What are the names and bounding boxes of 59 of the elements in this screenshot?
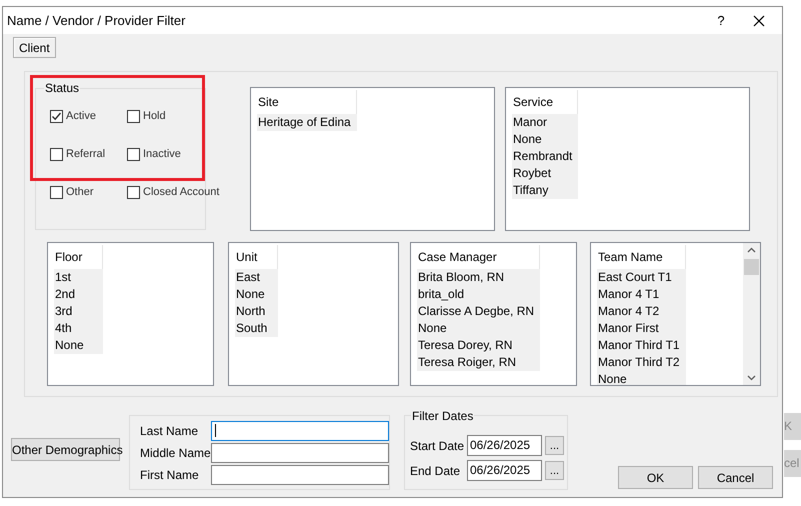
list-item[interactable]: Teresa Roiger, RN	[417, 354, 540, 371]
text-field[interactable]	[211, 420, 389, 440]
list-item[interactable]: 1st	[54, 269, 104, 286]
check-icon	[51, 111, 62, 122]
list-item[interactable]: None	[235, 286, 278, 303]
list-item[interactable]: Clarisse A Degbe, RN	[417, 303, 540, 320]
checkbox[interactable]: Referral	[50, 148, 127, 161]
list-item[interactable]: None	[54, 337, 104, 354]
date-picker-button[interactable]: ...	[545, 461, 564, 480]
date-field[interactable]: 06/26/2025	[467, 460, 542, 481]
field-label: First Name	[140, 466, 200, 484]
list-item[interactable]: East Court T1	[597, 269, 686, 286]
group-label: Status	[44, 82, 80, 94]
list-item[interactable]: Teresa Dorey, RN	[417, 337, 540, 354]
checkbox[interactable]: Hold	[127, 110, 220, 123]
list-item[interactable]: Brita Bloom, RN	[417, 269, 540, 286]
field-label: Middle Name	[140, 444, 212, 462]
tab[interactable]: Client	[13, 37, 56, 58]
list-item[interactable]: Roybet	[512, 165, 578, 182]
list-item[interactable]: Manor 4 T2	[597, 303, 686, 320]
window-title: Name / Vendor / Provider Filter	[7, 12, 186, 30]
list-item[interactable]: 4th	[54, 320, 104, 337]
field-label: Start Date	[410, 438, 466, 454]
other-demographics-button[interactable]: Other Demographics	[11, 438, 120, 461]
list-item[interactable]: Tiffany	[512, 182, 578, 199]
text-field[interactable]	[211, 442, 389, 462]
checkbox[interactable]: Other	[50, 186, 127, 199]
checkbox[interactable]: Closed Account	[127, 186, 220, 199]
checkbox[interactable]: Active	[50, 110, 127, 123]
text-field[interactable]	[211, 464, 389, 484]
scroll-thumb[interactable]	[744, 259, 759, 275]
list-item[interactable]: None	[512, 131, 578, 148]
close-icon	[753, 14, 765, 26]
scroll-down-icon[interactable]	[747, 375, 756, 381]
list-item[interactable]: North	[235, 303, 278, 320]
list-item[interactable]: East	[235, 269, 278, 286]
dialog-button[interactable]: OK	[618, 466, 693, 489]
list-item[interactable]: 3rd	[54, 303, 104, 320]
list-item[interactable]: South	[235, 320, 278, 337]
list-item[interactable]: 2nd	[54, 286, 104, 303]
scrollbar[interactable]	[743, 243, 760, 385]
list-item[interactable]: Manor	[512, 114, 578, 131]
list-item[interactable]: Manor First	[597, 320, 686, 337]
help-button[interactable]: ?	[706, 10, 736, 30]
list-item[interactable]: Heritage of Edina	[257, 114, 357, 131]
list-item[interactable]: Rembrandt	[512, 148, 578, 165]
list-item[interactable]: Manor 4 T1	[597, 286, 686, 303]
list-item[interactable]: Manor Third T2	[597, 354, 686, 371]
list-item[interactable]: None	[417, 320, 540, 337]
dialog-button[interactable]: Cancel	[698, 466, 773, 489]
list-item[interactable]: None	[597, 371, 686, 385]
checkbox[interactable]: Inactive	[127, 148, 220, 161]
date-field[interactable]: 06/26/2025	[467, 435, 542, 456]
date-picker-button[interactable]: ...	[545, 436, 564, 455]
list-item[interactable]: Manor Third T1	[597, 337, 686, 354]
field-label: Last Name	[140, 422, 200, 440]
scroll-up-icon[interactable]	[747, 247, 756, 253]
field-label: End Date	[410, 462, 462, 480]
list-item[interactable]: brita_old	[417, 286, 540, 303]
